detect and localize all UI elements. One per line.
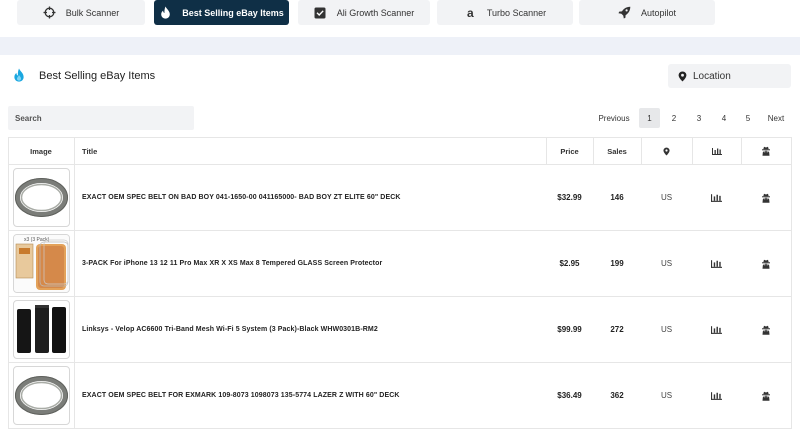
table-row[interactable]: EXACT OEM SPEC BELT FOR EXMARK 109-8073 … xyxy=(8,363,792,429)
tab-label: Best Selling eBay Items xyxy=(182,7,284,18)
product-country: US xyxy=(660,193,673,202)
product-sales: 272 xyxy=(610,325,624,334)
product-title[interactable]: 3-PACK For iPhone 13 12 11 Pro Max XR X … xyxy=(82,231,542,296)
pagination-next[interactable]: Next xyxy=(763,108,789,128)
bar-chart-icon xyxy=(711,194,722,202)
table-row[interactable]: x3 (3 Pack) 3-PACK For iPhone 13 12 11 Pr… xyxy=(8,231,792,297)
product-thumbnail-belt xyxy=(15,376,68,415)
table-row[interactable]: EXACT OEM SPEC BELT ON BAD BOY 041-1650-… xyxy=(8,165,792,231)
location-pin-icon xyxy=(663,147,670,155)
tab-turbo-scanner[interactable]: a Turbo Scanner xyxy=(437,0,573,25)
tab-label: Bulk Scanner xyxy=(65,7,120,18)
spy-icon xyxy=(762,391,770,401)
column-title[interactable]: Title xyxy=(82,138,382,164)
header-band xyxy=(0,37,800,55)
column-spy xyxy=(741,138,791,164)
column-image: Image xyxy=(30,146,52,156)
location-pin-icon xyxy=(678,71,687,81)
product-price: $99.99 xyxy=(557,325,582,334)
crosshair-icon xyxy=(43,6,56,19)
amazon-icon: a xyxy=(467,5,474,20)
bar-chart-icon xyxy=(711,392,722,400)
flame-icon xyxy=(159,6,172,19)
tab-bulk-scanner[interactable]: Bulk Scanner xyxy=(17,0,145,25)
product-sales: 199 xyxy=(610,259,624,268)
product-thumbnail-belt xyxy=(15,178,68,217)
column-price[interactable]: Price xyxy=(546,138,593,164)
column-sales[interactable]: Sales xyxy=(593,138,641,164)
product-country: US xyxy=(660,391,673,400)
product-price: $2.95 xyxy=(559,259,580,268)
product-thumbnail-screen-protector: x3 (3 Pack) xyxy=(14,235,69,292)
analytics-button[interactable] xyxy=(692,231,741,296)
product-thumbnail-router xyxy=(17,305,66,353)
bar-chart-icon xyxy=(711,260,722,268)
column-analytics xyxy=(692,138,741,164)
spy-button[interactable] xyxy=(741,363,791,428)
analytics-button[interactable] xyxy=(692,165,741,230)
spy-button[interactable] xyxy=(741,297,791,362)
product-price: $36.49 xyxy=(557,391,582,400)
spy-icon xyxy=(762,146,770,156)
tab-label: Turbo Scanner xyxy=(486,7,547,18)
search-input[interactable] xyxy=(8,106,194,130)
page-title: Best Selling eBay Items xyxy=(39,70,156,82)
product-sales: 146 xyxy=(610,193,624,202)
product-title[interactable]: EXACT OEM SPEC BELT FOR EXMARK 109-8073 … xyxy=(82,363,542,428)
tab-ali-growth-scanner[interactable]: Ali Growth Scanner xyxy=(298,0,430,25)
location-filter[interactable]: Location xyxy=(668,64,791,88)
product-country: US xyxy=(660,259,673,268)
items-table: Image Title Price Sales EXACT OEM SPEC B… xyxy=(8,137,792,429)
pagination-previous[interactable]: Previous xyxy=(592,108,636,128)
spy-icon xyxy=(762,193,770,203)
product-image[interactable] xyxy=(13,366,70,425)
pagination-page-1[interactable]: 1 xyxy=(639,108,660,128)
product-sales: 362 xyxy=(610,391,624,400)
pagination-page-2[interactable]: 2 xyxy=(664,108,684,128)
product-title[interactable]: Linksys - Velop AC6600 Tri-Band Mesh Wi-… xyxy=(82,297,542,362)
pagination-page-5[interactable]: 5 xyxy=(738,108,758,128)
pagination-page-3[interactable]: 3 xyxy=(689,108,709,128)
table-header: Image Title Price Sales xyxy=(8,138,792,165)
product-country: US xyxy=(660,325,673,334)
spy-button[interactable] xyxy=(741,165,791,230)
bar-chart-icon xyxy=(711,326,722,334)
product-price: $32.99 xyxy=(557,193,582,202)
pagination-page-4[interactable]: 4 xyxy=(714,108,734,128)
product-image[interactable] xyxy=(13,168,70,227)
inbox-check-icon xyxy=(314,6,327,19)
tab-label: Ali Growth Scanner xyxy=(336,7,415,18)
tab-best-selling[interactable]: Best Selling eBay Items xyxy=(154,0,289,25)
tab-autopilot[interactable]: Autopilot xyxy=(579,0,715,25)
page-header: Best Selling eBay Items Location xyxy=(0,55,800,100)
spy-icon xyxy=(762,259,770,269)
product-image[interactable]: x3 (3 Pack) xyxy=(13,234,70,293)
location-label: Location xyxy=(693,70,731,82)
spy-icon xyxy=(762,325,770,335)
product-image[interactable] xyxy=(13,300,70,359)
spy-button[interactable] xyxy=(741,231,791,296)
product-title[interactable]: EXACT OEM SPEC BELT ON BAD BOY 041-1650-… xyxy=(82,165,542,230)
top-nav: Bulk Scanner Best Selling eBay Items Ali… xyxy=(0,0,800,37)
analytics-button[interactable] xyxy=(692,297,741,362)
analytics-button[interactable] xyxy=(692,363,741,428)
column-location xyxy=(641,138,692,164)
flame-icon xyxy=(13,68,25,82)
tab-label: Autopilot xyxy=(640,7,677,18)
table-row[interactable]: Linksys - Velop AC6600 Tri-Band Mesh Wi-… xyxy=(8,297,792,363)
rocket-icon xyxy=(618,6,631,19)
bar-chart-icon xyxy=(711,148,722,155)
